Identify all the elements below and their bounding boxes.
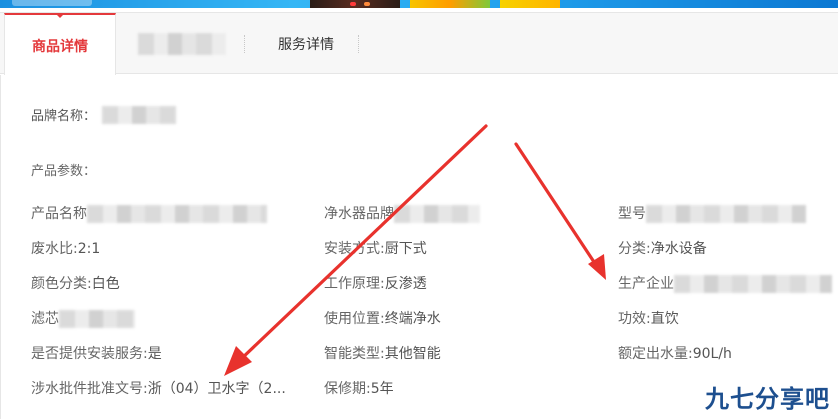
param-value-obscured [646, 205, 806, 223]
site-watermark: 九七分享吧 [705, 379, 830, 413]
banner-text [12, 0, 92, 6]
param-value: 反渗透 [384, 276, 427, 292]
param-value: 直饮 [650, 311, 679, 327]
param-rated-output: 额定出水量: 90L/h [618, 344, 732, 364]
param-approval-number: 涉水批件批准文号: 浙（04）卫水字（2... [31, 379, 286, 399]
param-model: 型号 [618, 204, 806, 224]
param-value: 终端净水 [384, 311, 441, 327]
product-detail-page: 商品详情 服务详情 品牌名称： 产品参数： 产品名称 废水比: 2:1 颜色分类… [0, 0, 838, 419]
tab-divider [244, 35, 245, 53]
param-install-method: 安装方式: 厨下式 [324, 239, 427, 259]
param-value: 是 [147, 346, 162, 362]
param-label: 型号 [618, 206, 646, 222]
param-value: 厨下式 [384, 241, 427, 257]
param-label: 工作原理: [324, 276, 385, 292]
param-purifier-brand: 净水器品牌 [324, 204, 480, 224]
banner-image-yellow [410, 0, 490, 8]
param-category: 分类: 净水设备 [618, 239, 707, 259]
product-parameters-panel: 品牌名称： 产品参数： 产品名称 废水比: 2:1 颜色分类: 白色 滤芯 是否… [0, 75, 838, 419]
param-value: 2:1 [77, 241, 101, 257]
param-label: 额定出水量: [618, 346, 693, 362]
param-value: 白色 [91, 276, 120, 292]
product-parameters-title: 产品参数： [31, 164, 97, 179]
detail-tabs: 商品详情 服务详情 [0, 12, 838, 76]
tab-product-details-label: 商品详情 [32, 38, 88, 55]
param-efficacy: 功效: 直饮 [618, 309, 679, 329]
param-smart-type: 智能类型: 其他智能 [324, 344, 441, 364]
param-value-obscured [87, 205, 267, 223]
param-label: 分类: [618, 241, 651, 257]
banner-dot [350, 2, 356, 6]
param-usage-location: 使用位置: 终端净水 [324, 309, 441, 329]
param-product-name: 产品名称 [31, 204, 267, 224]
promo-banner[interactable] [0, 0, 838, 8]
param-label: 安装方式: [324, 241, 385, 257]
param-label: 是否提供安装服务: [31, 346, 148, 362]
param-label: 滤芯 [31, 311, 59, 327]
param-label: 智能类型: [324, 346, 385, 362]
param-filter: 滤芯 [31, 309, 135, 329]
param-label: 涉水批件批准文号: [31, 381, 148, 397]
watermark-text: 九七分享吧 [705, 384, 830, 413]
brand-name-obscured [102, 105, 177, 124]
param-label: 净水器品牌 [324, 206, 394, 222]
param-label: 生产企业 [618, 276, 674, 292]
param-value: 浙（04）卫水字（2... [147, 381, 286, 397]
param-color: 颜色分类: 白色 [31, 274, 120, 294]
param-value-obscured [59, 310, 135, 328]
param-label: 使用位置: [324, 311, 385, 327]
param-manufacturer: 生产企业 [618, 274, 832, 294]
param-waste-ratio: 废水比: 2:1 [31, 239, 100, 259]
param-label: 废水比: [31, 241, 78, 257]
brand-name-label: 品牌名称： [31, 109, 97, 124]
tab-service-details[interactable]: 服务详情 [254, 13, 358, 75]
param-value: 5年 [370, 381, 394, 397]
banner-image-yellow-2 [500, 0, 560, 8]
param-label: 保修期: [324, 381, 371, 397]
param-label: 产品名称 [31, 206, 87, 222]
brand-name-row: 品牌名称： [31, 105, 177, 124]
tab-product-details[interactable]: 商品详情 [4, 13, 116, 76]
param-value-obscured [674, 275, 832, 293]
param-installation-service: 是否提供安装服务: 是 [31, 344, 162, 364]
tab-divider [358, 35, 359, 53]
param-value-obscured [394, 205, 480, 223]
obscured-tab-label [138, 33, 226, 55]
param-working-principle: 工作原理: 反渗透 [324, 274, 427, 294]
banner-dot [364, 2, 370, 6]
param-label: 功效: [618, 311, 651, 327]
param-value: 其他智能 [384, 346, 441, 362]
tab-service-details-label: 服务详情 [278, 37, 334, 53]
tab-obscured[interactable] [136, 13, 228, 75]
param-value: 净水设备 [650, 241, 707, 257]
param-warranty: 保修期: 5年 [324, 379, 394, 399]
param-label: 颜色分类: [31, 276, 92, 292]
param-value: 90L/h [692, 346, 732, 362]
